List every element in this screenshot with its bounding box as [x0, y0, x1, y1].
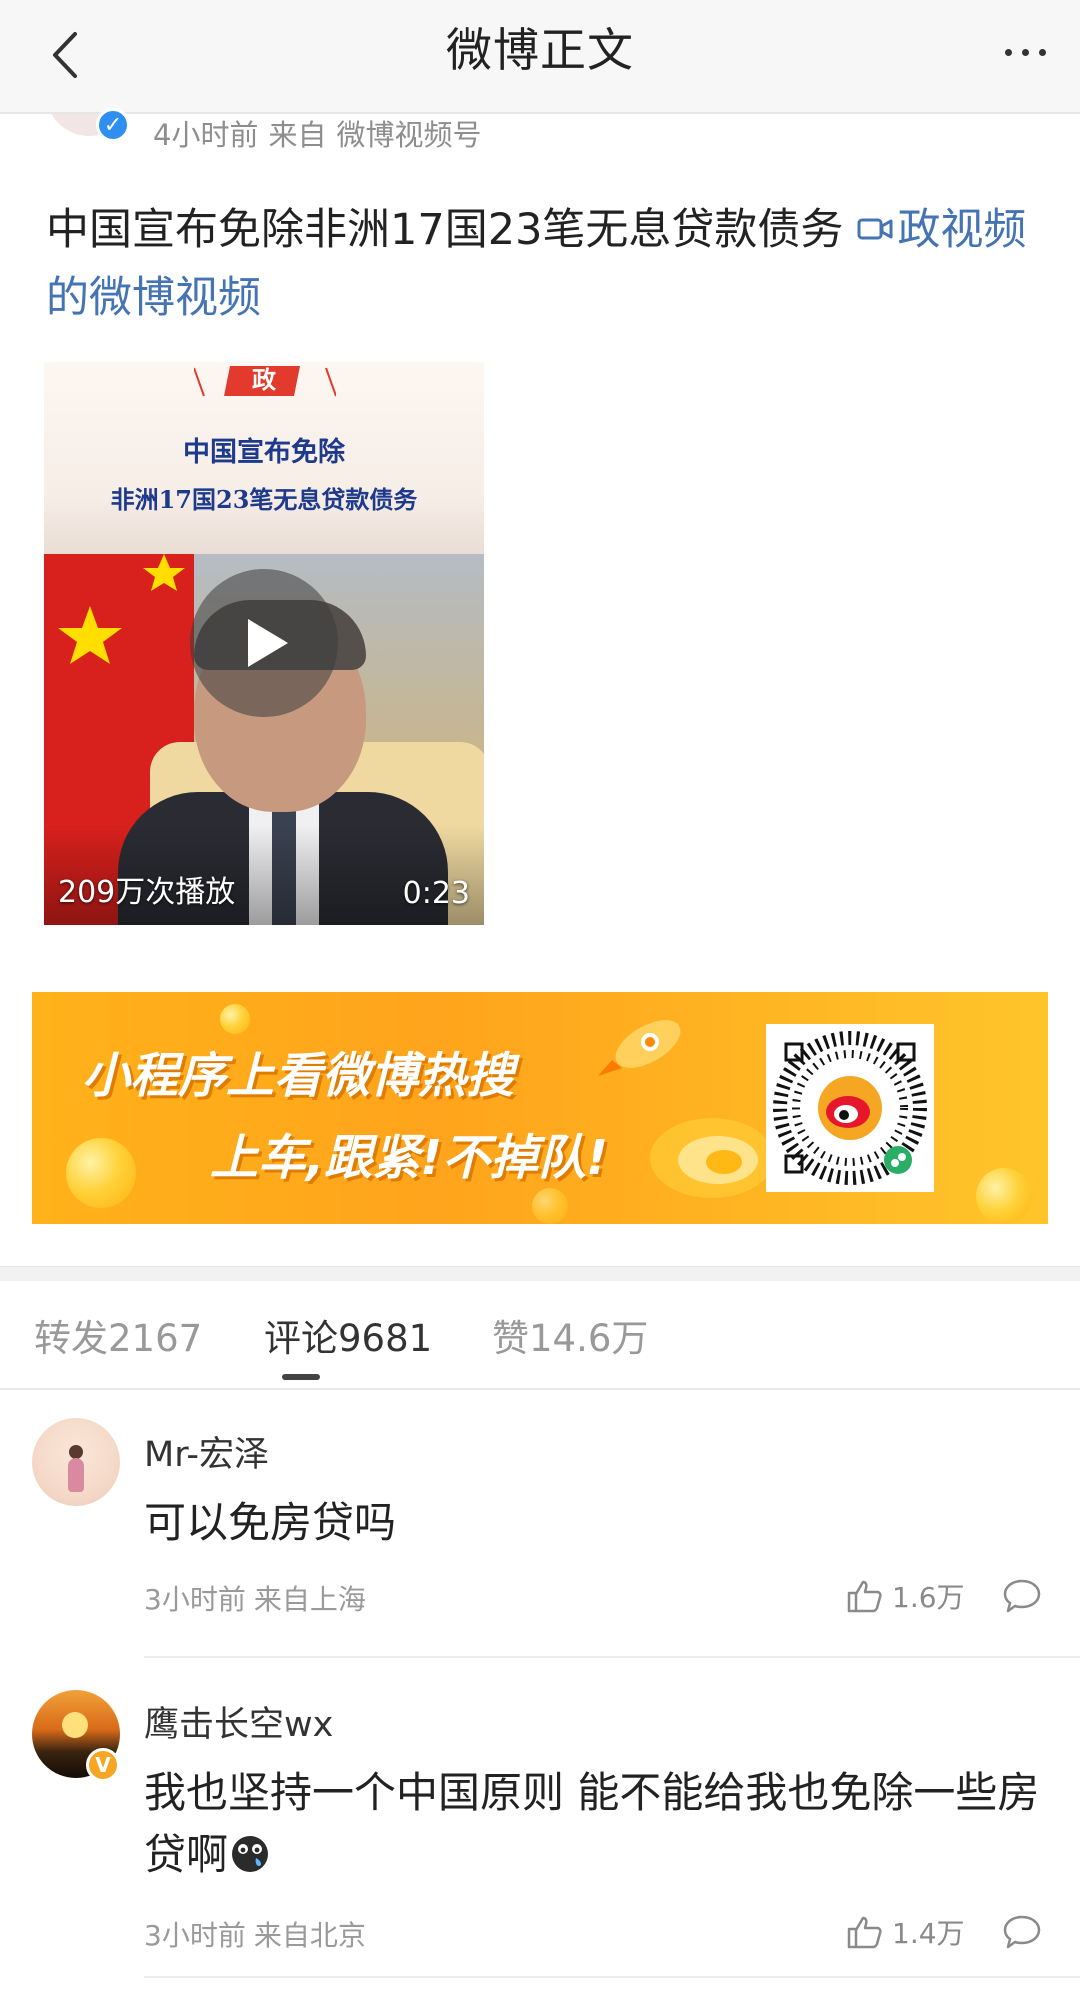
post-text: 中国宣布免除非洲17国23笔无息贷款债务 — [46, 205, 844, 255]
rocket-icon — [598, 1020, 681, 1076]
comment-divider — [144, 1656, 1080, 1658]
commenter-avatar[interactable] — [32, 1418, 120, 1506]
comment-time: 3小时前 — [144, 1919, 246, 1952]
banner-bubble — [66, 1138, 136, 1208]
weibo-logo-icon — [826, 1096, 870, 1128]
qr-code-icon — [773, 1031, 927, 1185]
comment-divider — [144, 1976, 1080, 1978]
video-caption-line1: 中国宣布免除 — [183, 437, 345, 468]
play-button[interactable] — [190, 569, 338, 717]
banner-bubble — [532, 1188, 568, 1224]
tab-likes[interactable]: 赞14.6万 — [492, 1308, 648, 1362]
post-source-prefix: 来自 — [268, 118, 327, 152]
like-button[interactable]: 1.4万 — [846, 1912, 965, 1952]
commenter-name[interactable]: Mr-宏泽 — [144, 1426, 269, 1477]
video-player[interactable]: 政 中国宣布免除 非洲17国23笔无息贷款债务 209万次播放 0:23 — [44, 362, 484, 925]
banner-headline: 小程序上看微博热搜 — [82, 1048, 515, 1104]
avatar-figure-head — [69, 1445, 83, 1459]
video-duration: 0:23 — [402, 876, 470, 911]
comment-text: 我也坚持一个中国原则 能不能给我也免除一些房贷啊 — [144, 1762, 1044, 1886]
play-icon — [248, 619, 288, 667]
qr-code — [766, 1024, 934, 1192]
crying-emoji-icon — [232, 1835, 269, 1872]
comment-text-content: 我也坚持一个中国原则 能不能给我也免除一些房贷啊 — [144, 1768, 1040, 1879]
more-dots-icon — [1004, 48, 1012, 56]
like-count: 1.4万 — [892, 1917, 965, 1950]
tab-reposts[interactable]: 转发2167 — [34, 1308, 202, 1362]
comment-location: 来自上海 — [253, 1583, 366, 1616]
more-dot — [1038, 48, 1046, 56]
comment-text: 可以免房贷吗 — [144, 1498, 397, 1547]
post-meta: 4小时前 来自 微博视频号 — [153, 112, 491, 158]
comment-meta: 3小时前 来自北京 — [144, 1914, 374, 1954]
video-logo-text: 政 — [252, 366, 276, 394]
thumbs-up-icon — [847, 1916, 882, 1949]
flag-stars — [58, 554, 185, 664]
comment-location: 来自北京 — [253, 1919, 366, 1952]
comment-bubble-icon[interactable] — [1002, 1576, 1042, 1616]
page-title: 微博正文 — [446, 23, 634, 77]
verified-badge-icon: ✓ — [96, 108, 130, 142]
post-body: 中国宣布免除非洲17国23笔无息贷款债务 政视频的微博视频 — [46, 196, 1046, 332]
comment-meta: 3小时前 来自上海 — [144, 1578, 374, 1618]
post-time: 4小时前 — [153, 118, 259, 152]
video-camera-icon — [857, 218, 893, 239]
interaction-tabs: 转发2167 评论9681 赞14.6万 — [0, 1280, 1080, 1390]
top-nav-bar: 微博正文 — [0, 0, 1080, 114]
like-button[interactable]: 1.6万 — [846, 1576, 965, 1616]
verified-badge-icon: V — [86, 1748, 120, 1782]
active-tab-indicator — [282, 1374, 320, 1380]
comment-time: 3小时前 — [144, 1583, 246, 1616]
video-view-count: 209万次播放 — [58, 875, 236, 910]
video-caption-line2: 非洲17国23笔无息贷款债务 — [110, 485, 418, 514]
section-divider — [0, 1266, 1080, 1281]
like-count: 1.6万 — [892, 1581, 965, 1614]
banner-subline: 上车,跟紧!不掉队! — [210, 1130, 609, 1186]
post-source[interactable]: 微博视频号 — [336, 118, 481, 152]
thumbs-up-icon — [847, 1580, 882, 1613]
banner-bubble — [220, 1004, 250, 1034]
more-dot — [1021, 48, 1029, 56]
avatar-figure — [68, 1458, 84, 1492]
banner-bubble — [976, 1168, 1032, 1224]
avatar-sunset-sun — [62, 1712, 88, 1738]
tab-comments[interactable]: 评论9681 — [264, 1308, 432, 1362]
comment-bubble-icon[interactable] — [1002, 1912, 1042, 1952]
commenter-name[interactable]: 鹰击长空wx — [144, 1696, 333, 1747]
mini-program-banner[interactable]: 小程序上看微博热搜 上车,跟紧!不掉队! — [32, 992, 1048, 1224]
more-options-button[interactable] — [990, 22, 1060, 82]
